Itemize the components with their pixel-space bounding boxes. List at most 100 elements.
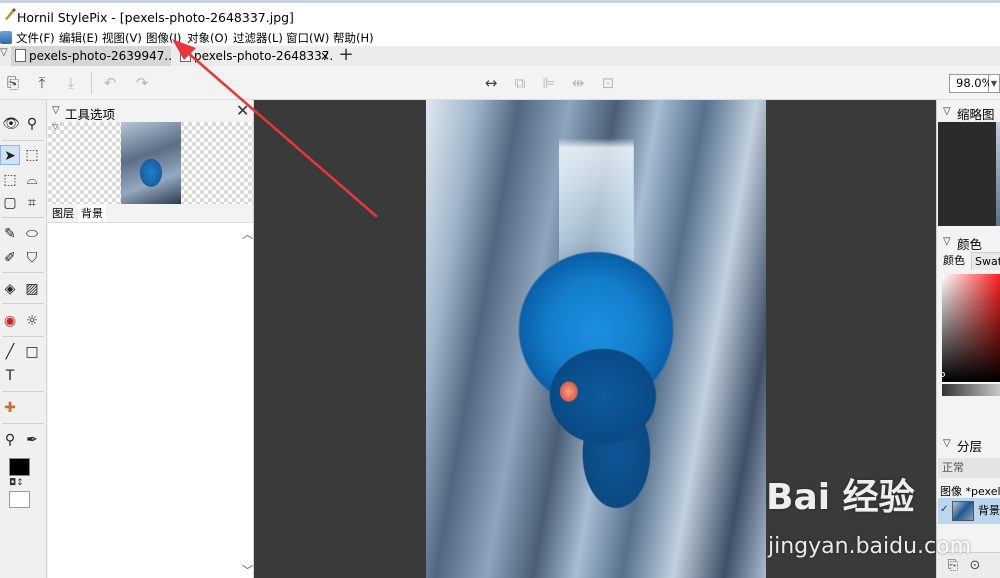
pencil-icon[interactable]: ✎ — [0, 224, 20, 244]
menu-edit[interactable]: 编辑(E) — [59, 30, 98, 46]
app-menu-icon[interactable] — [0, 31, 12, 44]
gradient-icon[interactable]: ▨ — [22, 279, 42, 299]
tool-divider — [2, 423, 44, 424]
tab-document-1[interactable]: pexels-photo-2639947... — [11, 46, 171, 66]
window-title: Hornil StylePix - [pexels-photo-2648337.… — [17, 10, 294, 25]
layer-thumbnail[interactable] — [121, 122, 181, 204]
color-tabs: 颜色 Swatch — [938, 252, 1000, 270]
tool-divider — [2, 272, 44, 273]
panel-title: 颜色 — [957, 237, 983, 252]
image-canvas[interactable] — [426, 100, 766, 578]
collapse-icon[interactable]: ▽ — [943, 236, 951, 247]
collapse-icon[interactable]: ▽ — [52, 105, 60, 116]
options-list — [48, 222, 253, 578]
navigator-thumbnail[interactable] — [938, 122, 1000, 226]
close-icon[interactable]: ✕ — [236, 101, 249, 120]
eraser-icon[interactable]: ⬭ — [22, 224, 42, 244]
layer-tabs: 图层 背景 — [48, 205, 253, 222]
rectangle-icon[interactable]: □ — [22, 342, 42, 362]
menu-image[interactable]: 图像(I) — [146, 30, 181, 46]
alpha-slider[interactable] — [942, 384, 1000, 396]
baidu-logo: Bai 经验 — [766, 477, 915, 518]
watermark-url: jingyan.baidu.com — [768, 534, 972, 559]
layers-header[interactable]: ▽ 分层 — [937, 434, 1000, 454]
tab-label: pexels-photo-2648337... — [194, 49, 332, 63]
fill-bucket-icon[interactable]: ◈ — [0, 279, 20, 299]
stamp-icon[interactable]: ⛉ — [22, 248, 42, 268]
panel-title: 工具选项 — [65, 107, 116, 122]
navigator-header[interactable]: ▽ 缩略图 — [937, 102, 1000, 122]
menu-object[interactable]: 对象(O) — [187, 30, 228, 46]
zoom-input[interactable]: 98.0% — [949, 74, 993, 93]
tool-divider — [2, 303, 44, 304]
brush-icon — [5, 8, 16, 20]
tool-divider — [2, 217, 44, 218]
collapse-icon[interactable]: ▽ — [943, 106, 951, 117]
document-icon — [15, 49, 26, 62]
distribute-icon[interactable]: ⇹ — [568, 73, 588, 93]
close-icon[interactable]: × — [320, 46, 330, 66]
collapse-icon[interactable]: ▽ — [943, 438, 951, 449]
fit-canvas-icon[interactable]: ⊡ — [598, 73, 618, 93]
tab-color[interactable]: 颜色 — [940, 252, 968, 270]
tool-divider — [2, 391, 44, 392]
export-icon[interactable]: ⤒ — [32, 73, 52, 93]
menu-file[interactable]: 文件(F) — [16, 30, 55, 46]
fit-width-icon[interactable]: ↔ — [481, 73, 501, 93]
scroll-down-icon[interactable]: ﹀ — [242, 562, 253, 578]
bandage-icon[interactable]: ✚ — [0, 398, 20, 418]
red-eye-icon[interactable]: ◉ — [0, 311, 20, 331]
crop-icon[interactable]: ⌗ — [22, 193, 42, 213]
tab-label: pexels-photo-2639947... — [29, 49, 171, 63]
collapse-icon[interactable]: ▽ — [52, 122, 58, 131]
document-icon — [180, 49, 191, 62]
zoom-icon[interactable]: ⚲ — [0, 430, 20, 450]
title-bar: Hornil StylePix - [pexels-photo-2648337.… — [0, 0, 1000, 30]
background-color-swatch[interactable] — [9, 491, 30, 508]
baidu-watermark: Bai 经验 jingyan.baidu.com — [766, 468, 1000, 578]
navigator-image — [996, 122, 1000, 226]
copy-layer-icon[interactable]: ⧉ — [510, 73, 530, 93]
brightness-icon[interactable]: ☼ — [22, 311, 42, 331]
main-toolbar: ⎘ ⤒ ⤓ ↶ ↷ ↔ ⧉ ⊫ ⇹ ⊡ — [0, 66, 1000, 100]
tab-layer[interactable]: 图层 — [49, 205, 77, 222]
panel-title: 缩略图 — [957, 107, 995, 122]
tool-divider — [2, 140, 44, 141]
eye-icon[interactable]: 👁 — [1, 114, 21, 134]
add-tab-button[interactable]: + — [337, 46, 355, 66]
color-picker-field[interactable] — [942, 274, 1000, 382]
tool-divider — [2, 336, 44, 337]
text-icon[interactable]: T — [0, 366, 20, 386]
menu-filter[interactable]: 过滤器(L) — [233, 30, 283, 46]
tab-swatch[interactable]: Swatch — [971, 252, 1000, 270]
toolbar-divider — [91, 72, 92, 94]
rect-select-icon[interactable]: ⬚ — [0, 170, 20, 190]
color-picker-marker[interactable] — [940, 372, 945, 377]
chevron-down-icon[interactable]: ▼ — [989, 74, 1000, 93]
redo-icon[interactable]: ↷ — [132, 73, 152, 93]
eyedropper-icon[interactable]: ✒ — [22, 430, 42, 450]
select-arrow-icon[interactable]: ⬚ — [22, 145, 42, 165]
menu-window[interactable]: 窗口(W) — [286, 30, 329, 46]
foreground-color-swatch[interactable] — [9, 458, 30, 476]
tool-options-header: ▽ 工具选项 ✕ — [47, 100, 254, 122]
tab-background[interactable]: 背景 — [78, 205, 106, 222]
lasso-icon[interactable]: ⌓ — [22, 170, 42, 190]
layer-preview: ▽ — [48, 122, 253, 204]
import-icon[interactable]: ⤓ — [61, 73, 81, 93]
brush-tool-icon[interactable]: ✐ — [0, 248, 20, 268]
paperclip-icon[interactable]: ⚲ — [22, 114, 42, 134]
move-cursor-icon[interactable]: ➤ — [0, 145, 20, 165]
tool-options-panel: ▽ 工具选项 ✕ ▽ 图层 背景 ︿ ﹀ — [47, 100, 254, 578]
new-document-icon[interactable]: ⎘ — [3, 73, 23, 93]
menu-view[interactable]: 视图(V) — [102, 30, 142, 46]
crop-frame-icon[interactable]: ▢ — [0, 193, 20, 213]
undo-icon[interactable]: ↶ — [100, 73, 120, 93]
swap-colors-icon[interactable]: ◘↕ — [9, 478, 24, 488]
tab-scroll-icon[interactable]: ▽ — [0, 47, 8, 58]
tab-document-2[interactable]: pexels-photo-2648337... × — [176, 46, 332, 66]
color-header[interactable]: ▽ 颜色 — [937, 232, 1000, 252]
align-icon[interactable]: ⊫ — [539, 73, 559, 93]
line-icon[interactable]: ╱ — [0, 342, 20, 362]
scroll-up-icon[interactable]: ︿ — [242, 226, 253, 242]
